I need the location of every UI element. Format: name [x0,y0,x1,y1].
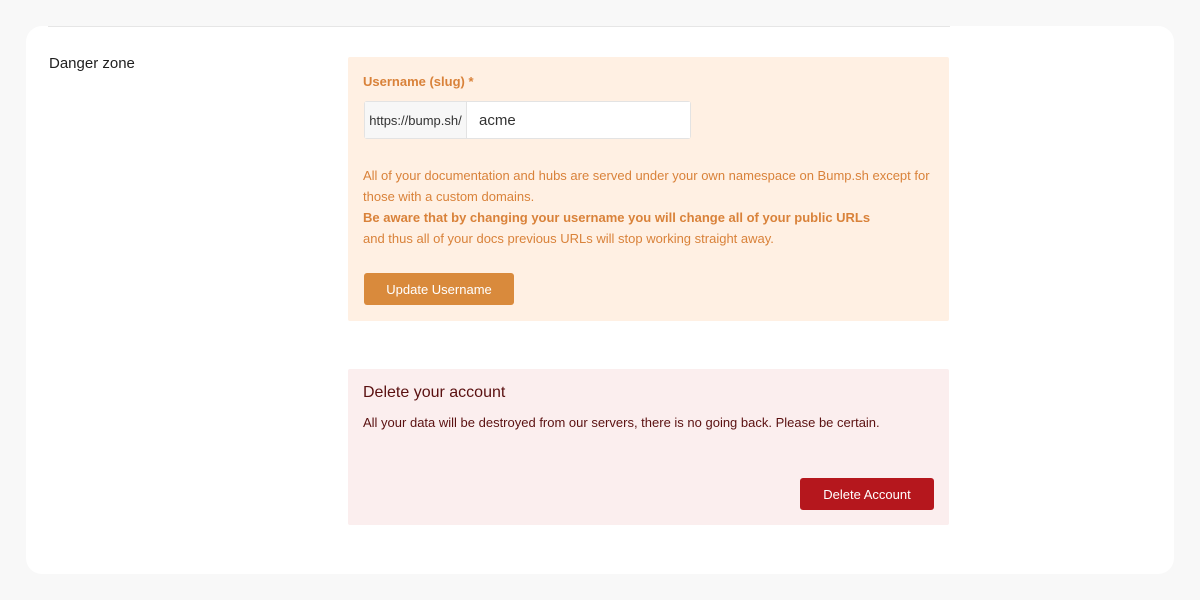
help-text-consequence: and thus all of your docs previous URLs … [363,231,774,246]
username-label: Username (slug) * [363,74,474,89]
delete-account-description: All your data will be destroyed from our… [363,415,880,430]
username-panel: Username (slug) * https://bump.sh/ All o… [348,57,949,321]
update-username-button[interactable]: Update Username [364,273,514,305]
help-text-warning: Be aware that by changing your username … [363,210,871,225]
url-prefix: https://bump.sh/ [365,102,467,138]
section-title: Danger zone [49,55,135,72]
section-divider [48,26,950,27]
username-help-text: All of your documentation and hubs are s… [363,165,938,249]
delete-account-panel: Delete your account All your data will b… [348,369,949,525]
username-input-group: https://bump.sh/ [364,101,691,139]
delete-account-title: Delete your account [363,384,506,401]
help-text-intro: All of your documentation and hubs are s… [363,168,930,204]
delete-account-button[interactable]: Delete Account [800,478,934,510]
username-input[interactable] [467,102,690,138]
